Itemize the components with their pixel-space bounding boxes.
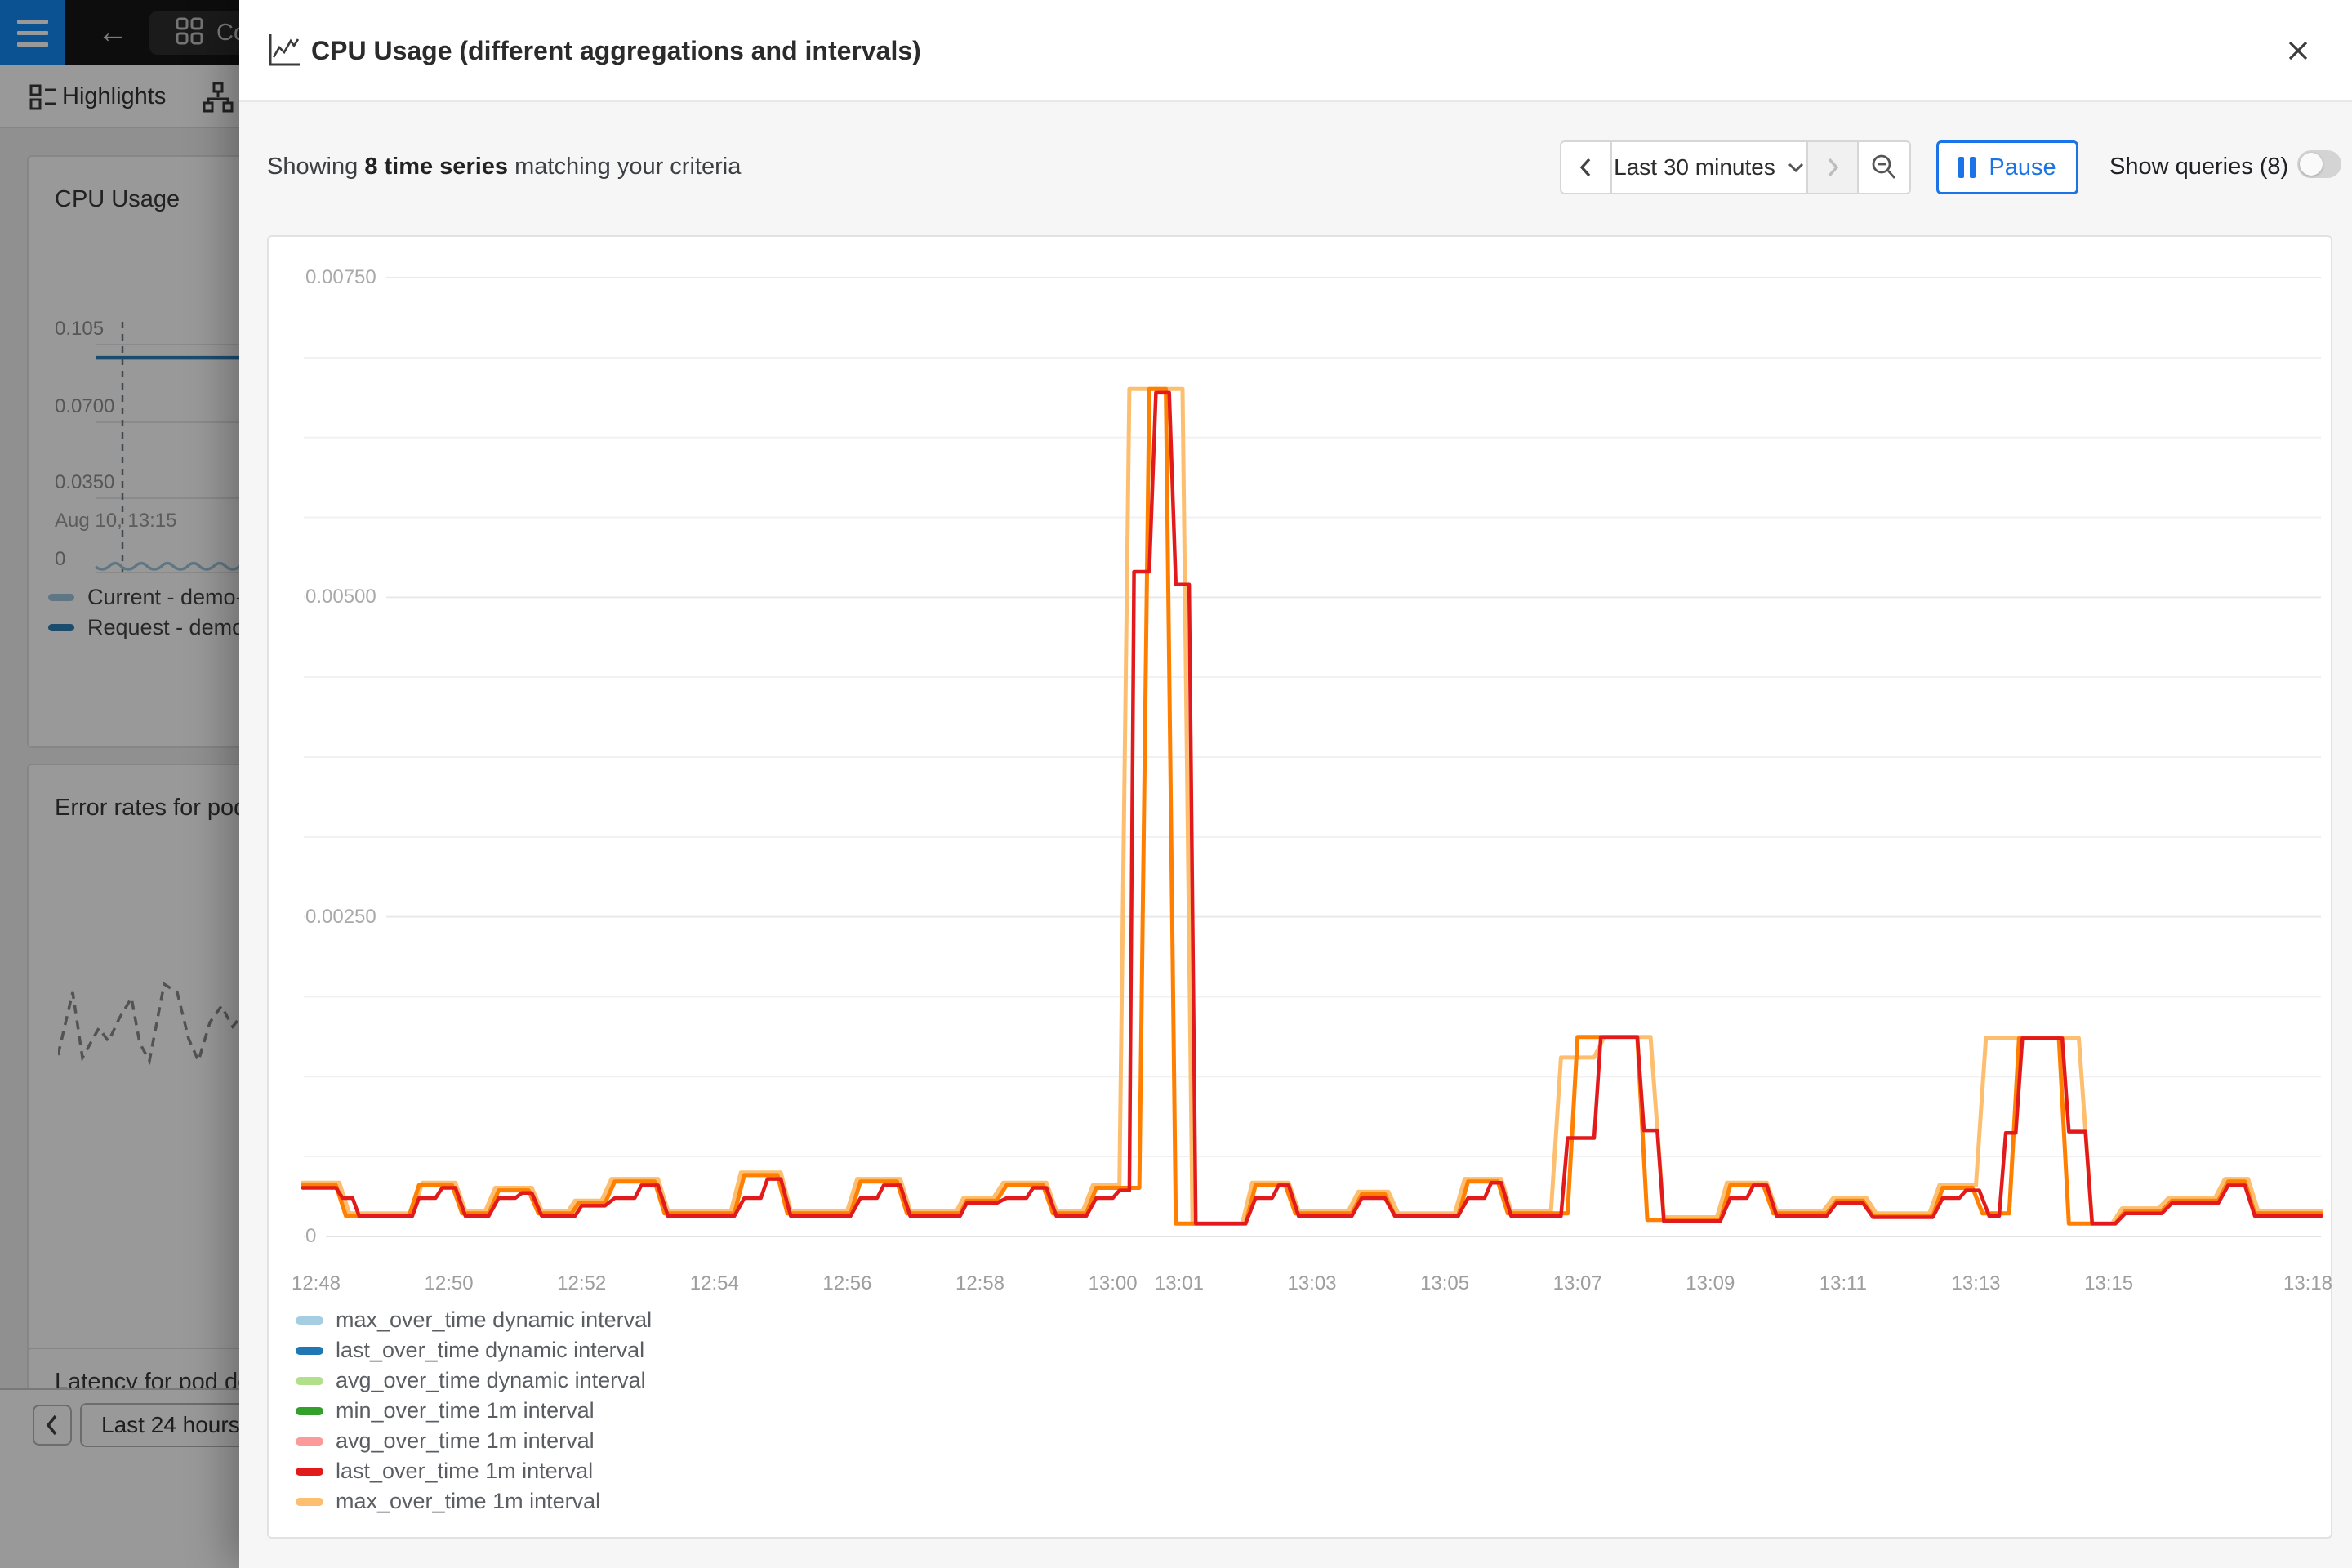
x-tick-label: 13:11	[1802, 1272, 1884, 1295]
legend-item[interactable]: last_over_time dynamic interval	[296, 1335, 652, 1365]
y-tick-label: 0.00750	[305, 263, 386, 292]
y-tick-label: 0.00500	[305, 582, 386, 612]
legend-item[interactable]: last_over_time 1m interval	[296, 1456, 652, 1486]
legend-swatch	[296, 1347, 323, 1355]
x-tick-label: 13:09	[1669, 1272, 1751, 1295]
time-back-button[interactable]	[1561, 142, 1612, 193]
x-tick-label: 12:48	[275, 1272, 357, 1295]
time-range-control-group: Last 30 minutes	[1560, 140, 1911, 194]
chart-detail-modal: CPU Usage (different aggregations and in…	[239, 0, 2352, 1568]
legend-label: avg_over_time 1m interval	[336, 1428, 595, 1454]
show-queries-toggle[interactable]	[2297, 150, 2341, 178]
x-tick-label: 13:03	[1272, 1272, 1353, 1295]
modal-header: CPU Usage (different aggregations and in…	[239, 0, 2352, 102]
pause-button[interactable]: Pause	[1936, 140, 2078, 194]
legend-swatch	[296, 1498, 323, 1506]
legend-item[interactable]: min_over_time 1m interval	[296, 1396, 652, 1426]
legend-item[interactable]: avg_over_time dynamic interval	[296, 1365, 652, 1396]
x-tick-label: 12:54	[674, 1272, 755, 1295]
x-tick-label: 13:01	[1138, 1272, 1220, 1295]
legend-label: max_over_time dynamic interval	[336, 1307, 652, 1333]
x-tick-label: 12:56	[806, 1272, 888, 1295]
y-tick-label: 0	[305, 1222, 326, 1251]
line-chart-icon	[267, 33, 301, 71]
magnifier-minus-icon	[1868, 151, 1900, 184]
legend-item[interactable]: max_over_time 1m interval	[296, 1486, 652, 1517]
legend-swatch	[296, 1468, 323, 1476]
zoom-out-button[interactable]	[1859, 142, 1909, 193]
x-tick-label: 13:05	[1404, 1272, 1486, 1295]
close-icon[interactable]	[2280, 33, 2316, 69]
toggle-knob	[2300, 153, 2323, 176]
x-tick-label: 13:18	[2267, 1272, 2349, 1295]
modal-title: CPU Usage (different aggregations and in…	[311, 36, 921, 66]
legend-swatch	[296, 1316, 323, 1325]
legend-label: min_over_time 1m interval	[336, 1398, 595, 1423]
x-tick-label: 12:58	[939, 1272, 1021, 1295]
x-tick-label: 13:13	[1936, 1272, 2017, 1295]
legend-swatch	[296, 1377, 323, 1385]
series-count-summary: Showing 8 time series matching your crit…	[267, 154, 741, 180]
legend-item[interactable]: max_over_time dynamic interval	[296, 1305, 652, 1335]
legend-label: last_over_time dynamic interval	[336, 1338, 644, 1363]
main-chart-panel: 0.00750 0.00500 0.00250 0 12:48 12:50 12:52 12…	[267, 235, 2332, 1539]
chevron-down-icon	[1787, 162, 1805, 173]
time-forward-button[interactable]	[1808, 142, 1859, 193]
legend-swatch	[296, 1407, 323, 1415]
time-range-dropdown[interactable]: Last 30 minutes	[1612, 142, 1808, 193]
show-queries-label: Show queries (8)	[2109, 154, 2288, 180]
x-tick-label: 12:50	[408, 1272, 490, 1295]
x-tick-label: 12:52	[541, 1272, 622, 1295]
legend-item[interactable]: avg_over_time 1m interval	[296, 1426, 652, 1456]
x-tick-label: 13:15	[2068, 1272, 2149, 1295]
pause-icon	[1958, 157, 1976, 178]
screen: ← Co Highlights	[0, 0, 2352, 1568]
x-tick-label: 13:07	[1537, 1272, 1619, 1295]
legend-swatch	[296, 1437, 323, 1446]
legend-label: max_over_time 1m interval	[336, 1489, 600, 1514]
legend-label: avg_over_time dynamic interval	[336, 1368, 646, 1393]
legend-label: last_over_time 1m interval	[336, 1459, 593, 1484]
y-tick-label: 0.00250	[305, 902, 386, 932]
chart-legend: max_over_time dynamic interval last_over_…	[296, 1305, 652, 1517]
